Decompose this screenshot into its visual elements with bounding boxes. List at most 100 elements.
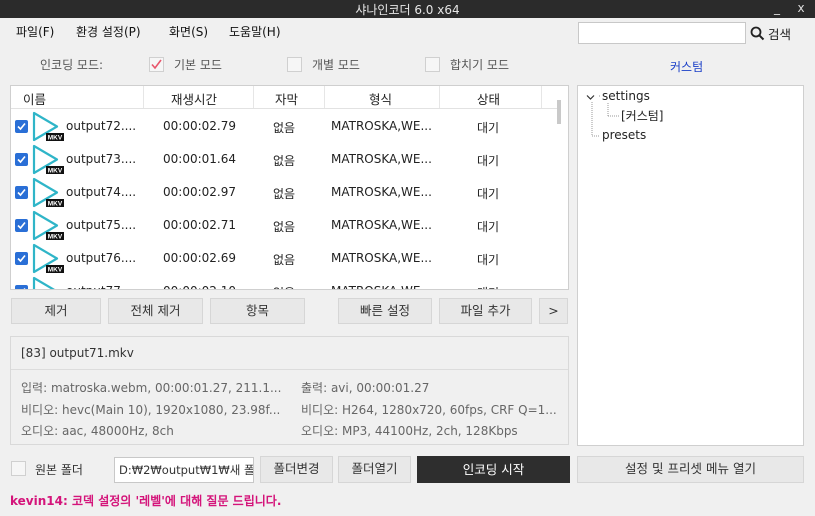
- menu-preferences[interactable]: 환경 설정(P): [76, 23, 141, 40]
- info-audio-in: 오디오: aac, 48000Hz, 8ch: [21, 424, 174, 438]
- menu-file[interactable]: 파일(F): [16, 23, 54, 40]
- table-scrollbar[interactable]: [557, 100, 561, 124]
- close-button[interactable]: x: [790, 0, 812, 18]
- row-subtitle: 없음: [273, 154, 296, 168]
- add-file-button[interactable]: 파일 추가: [439, 298, 532, 324]
- mkv-file-icon: MKV: [32, 111, 64, 142]
- row-checkbox[interactable]: [15, 219, 28, 232]
- row-status: 대기: [477, 284, 499, 289]
- mkv-file-icon: MKV: [32, 144, 64, 175]
- info-video-in: 비디오: hevc(Main 10), 1920x1080, 23.98f...: [21, 403, 281, 417]
- merge-mode-checkbox[interactable]: [425, 57, 440, 72]
- mkv-file-icon: MKV: [32, 210, 64, 241]
- row-checkbox[interactable]: [15, 285, 28, 289]
- search-icon: [750, 26, 765, 40]
- menu-help[interactable]: 도움말(H): [229, 23, 281, 40]
- basic-mode-checkbox[interactable]: [149, 57, 164, 72]
- search-button[interactable]: 검색: [750, 22, 810, 44]
- items-button[interactable]: 항목: [210, 298, 305, 324]
- mkv-file-icon: MKV: [32, 276, 55, 289]
- tree-node-presets[interactable]: presets: [602, 128, 646, 142]
- column-duration[interactable]: 재생시간: [171, 89, 217, 108]
- row-duration: 00:00:01.64: [163, 152, 236, 166]
- open-settings-menu-button[interactable]: 설정 및 프리셋 메뉴 열기: [577, 456, 804, 483]
- search-button-label: 검색: [768, 26, 792, 42]
- mkv-file-icon: MKV: [32, 177, 64, 208]
- row-status: 대기: [477, 220, 500, 234]
- row-duration: 00:00:02.97: [163, 185, 236, 199]
- table-row[interactable]: MKV output77 00:00:02.10 없음 MATROSKA,WE... 대기: [11, 275, 559, 289]
- tree-node-settings[interactable]: settings: [602, 89, 650, 103]
- row-subtitle: 없음: [273, 220, 296, 234]
- mkv-badge: MKV: [48, 267, 63, 274]
- row-checkbox[interactable]: [15, 153, 28, 166]
- change-folder-button[interactable]: 폴더변경: [260, 456, 333, 483]
- row-format: MATROSKA,WE...: [331, 251, 432, 265]
- remove-button[interactable]: 제거: [11, 298, 101, 324]
- file-table: 이름 재생시간 자막 형식 상태 MKV output72.... 00:00:02…: [10, 85, 569, 290]
- remove-all-button[interactable]: 전체 제거: [108, 298, 203, 324]
- table-row[interactable]: MKV output73.... 00:00:01.64 없음 MATROSKA,WE.…: [11, 143, 559, 176]
- check-icon: [17, 254, 26, 263]
- row-checkbox[interactable]: [15, 252, 28, 265]
- table-row[interactable]: MKV output72.... 00:00:02.79 없음 MATROSKA,WE.…: [11, 110, 559, 143]
- column-format[interactable]: 형식: [369, 89, 392, 108]
- quick-settings-button[interactable]: 빠른 설정: [338, 298, 432, 324]
- individual-mode-label: 개별 모드: [312, 58, 360, 72]
- info-header: [83] output71.mkv: [21, 346, 134, 360]
- row-duration: 00:00:02.10: [163, 284, 236, 289]
- row-subtitle: 없음: [273, 284, 295, 289]
- table-row[interactable]: MKV output75.... 00:00:02.71 없음 MATROSKA,WE.…: [11, 209, 559, 242]
- check-icon: [17, 188, 26, 197]
- output-path-field[interactable]: D:₩2₩output₩1₩새 폴더: [114, 457, 254, 483]
- info-video-out: 비디오: H264, 1280x720, 60fps, CRF Q=1...: [301, 403, 557, 417]
- row-name: output75....: [66, 218, 137, 232]
- open-folder-button[interactable]: 폴더열기: [338, 456, 411, 483]
- row-name: output73....: [66, 152, 137, 166]
- row-format: MATROSKA,WE...: [331, 185, 432, 199]
- custom-link[interactable]: 커스텀: [670, 58, 703, 75]
- row-name: output74....: [66, 185, 137, 199]
- info-output: 출력: avi, 00:00:01.27: [301, 381, 430, 395]
- check-icon: [17, 155, 26, 164]
- settings-tree: settings [커스텀] presets: [577, 85, 804, 446]
- row-subtitle: 없음: [273, 253, 296, 267]
- file-info-panel: [83] output71.mkv 입력: matroska.webm, 00:…: [10, 336, 569, 445]
- mkv-file-icon: MKV: [32, 243, 64, 274]
- info-input: 입력: matroska.webm, 00:00:01.27, 211.1...: [21, 381, 282, 395]
- column-status[interactable]: 상태: [477, 89, 500, 108]
- minimize-button[interactable]: _: [766, 0, 788, 18]
- check-icon: [23, 287, 26, 289]
- row-format: MATROSKA,WE...: [331, 218, 432, 232]
- row-status: 대기: [477, 253, 500, 267]
- row-subtitle: 없음: [273, 121, 296, 135]
- mkv-badge: MKV: [48, 201, 63, 208]
- row-duration: 00:00:02.69: [163, 251, 236, 265]
- menu-view[interactable]: 화면(S): [169, 23, 208, 40]
- row-format: MATROSKA,WE...: [331, 284, 432, 289]
- row-checkbox[interactable]: [15, 186, 28, 199]
- column-subtitle[interactable]: 자막: [275, 89, 298, 108]
- row-name: output72....: [66, 119, 137, 133]
- mkv-badge: MKV: [48, 234, 63, 241]
- mkv-badge: MKV: [48, 135, 63, 142]
- start-encoding-button[interactable]: 인코딩 시작: [417, 456, 570, 483]
- search-input[interactable]: [578, 22, 746, 44]
- row-checkbox[interactable]: [15, 120, 28, 133]
- individual-mode-checkbox[interactable]: [287, 57, 302, 72]
- merge-mode-label: 합치기 모드: [450, 58, 510, 72]
- row-format: MATROSKA,WE...: [331, 152, 432, 166]
- more-button[interactable]: >: [539, 298, 568, 324]
- table-row[interactable]: MKV output76.... 00:00:02.69 없음 MATROSKA,WE.…: [11, 242, 559, 275]
- column-name[interactable]: 이름: [23, 89, 46, 108]
- row-duration: 00:00:02.71: [163, 218, 236, 232]
- source-folder-checkbox[interactable]: [11, 461, 26, 476]
- check-icon: [17, 221, 26, 230]
- row-name: output76....: [66, 251, 137, 265]
- tree-node-custom[interactable]: [커스텀]: [621, 107, 663, 124]
- title-bar: 샤나인코더 6.0 x64 _ x: [0, 0, 815, 18]
- table-row[interactable]: MKV output74.... 00:00:02.97 없음 MATROSKA,WE.…: [11, 176, 559, 209]
- basic-mode-label: 기본 모드: [174, 58, 222, 72]
- row-status: 대기: [477, 121, 500, 135]
- info-audio-out: 오디오: MP3, 44100Hz, 2ch, 128Kbps: [301, 424, 518, 438]
